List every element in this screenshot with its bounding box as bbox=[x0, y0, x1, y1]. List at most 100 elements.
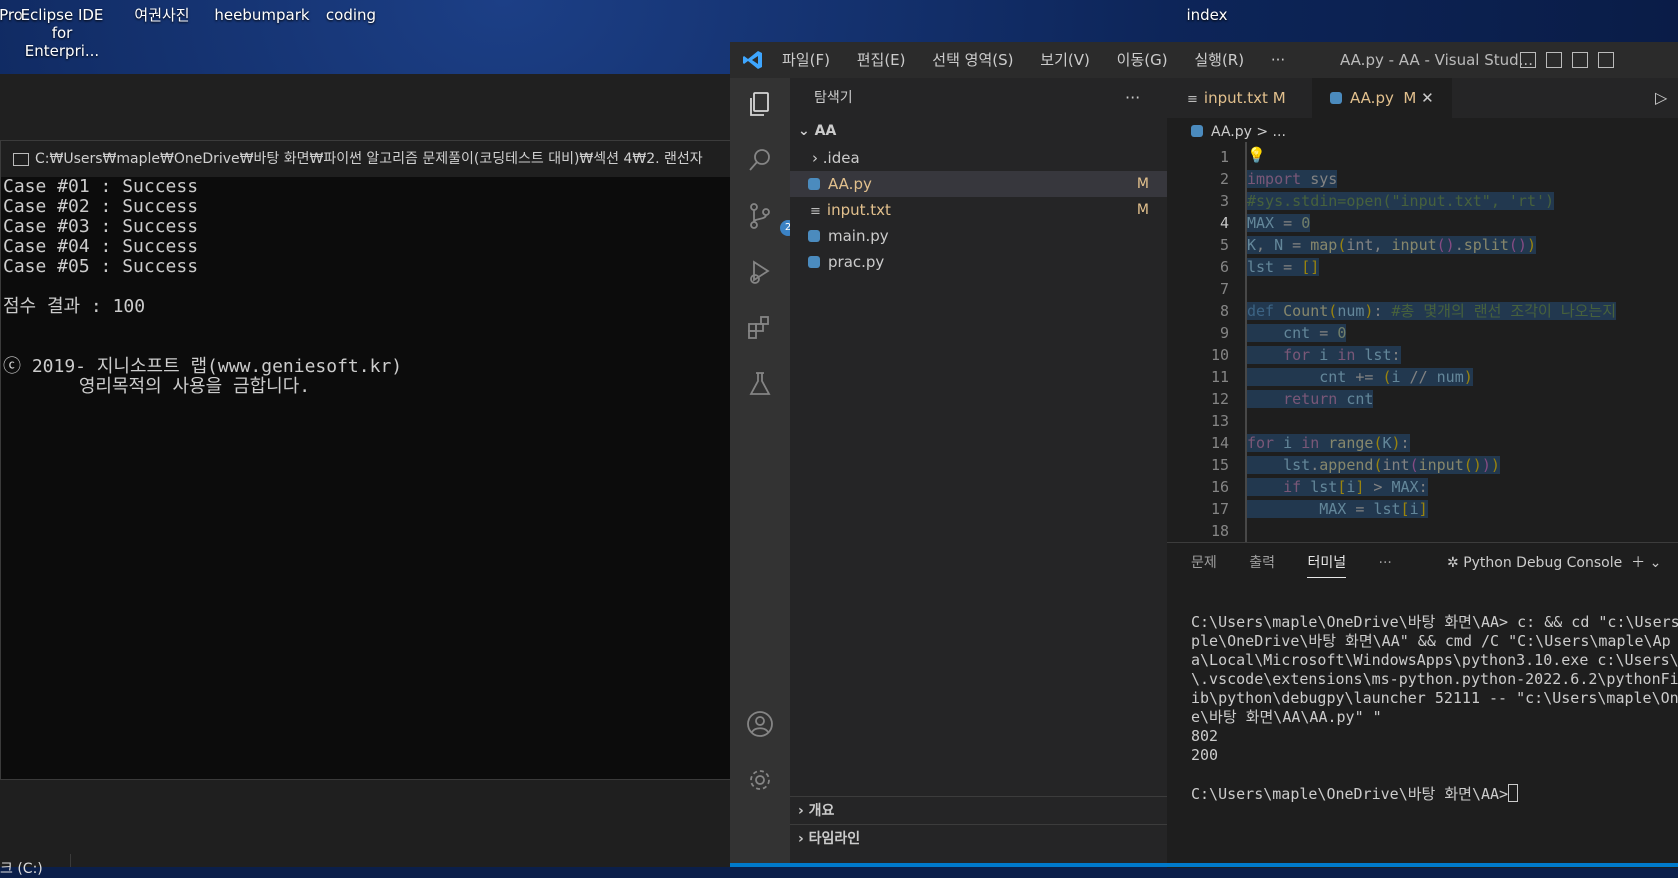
console-line: Case #04 : Success bbox=[3, 236, 199, 257]
tree-item-label: input.txt bbox=[826, 201, 891, 219]
desktop-icon-eclipse[interactable]: Eclipse IDE for Enterpri... bbox=[17, 0, 107, 60]
tab-input-txt[interactable]: ≡ input.txt M bbox=[1167, 78, 1312, 118]
python-file-icon bbox=[1191, 125, 1203, 137]
tab-modified-badge: M bbox=[1403, 89, 1417, 107]
tab-label: input.txt bbox=[1203, 89, 1268, 107]
terminal-line: C:\Users\maple\OneDrive\바탕 화면\AA> c: && … bbox=[1191, 613, 1678, 631]
desktop-icon-heebumpark[interactable]: heebumpark bbox=[212, 0, 312, 24]
desktop-icon-label: Eclipse IDE bbox=[20, 6, 104, 24]
divider bbox=[70, 854, 71, 867]
code-line: for i in range(K): bbox=[1247, 434, 1410, 452]
customize-layout-icon[interactable] bbox=[1598, 52, 1614, 68]
tree-item-label: prac.py bbox=[828, 253, 885, 271]
new-terminal-icon[interactable]: ＋ bbox=[1631, 555, 1645, 571]
drive-label[interactable]: 크 (C:) bbox=[0, 858, 43, 878]
manage-gear-icon[interactable] bbox=[746, 766, 774, 794]
console-line: ⓒ 2019- 지니소프트 랩(www.geniesoft.kr) bbox=[3, 356, 403, 377]
tab-terminal[interactable]: 터미널 bbox=[1307, 555, 1347, 578]
layout-controls bbox=[1520, 52, 1624, 72]
search-icon[interactable] bbox=[746, 146, 774, 174]
menu-edit[interactable]: 편집(E) bbox=[857, 51, 906, 69]
menu-selection[interactable]: 선택 영역(S) bbox=[932, 51, 1013, 69]
testing-icon[interactable] bbox=[746, 370, 774, 398]
code-line: cnt += (i // num) bbox=[1247, 366, 1473, 388]
line-number: 10 bbox=[1210, 346, 1229, 364]
extensions-icon[interactable] bbox=[746, 314, 774, 342]
vscode-titlebar[interactable]: 파일(F) 편집(E) 선택 영역(S) 보기(V) 이동(G) 실행(R) ·… bbox=[730, 42, 1678, 78]
editor-area: ≡ input.txt M AA.py M ✕ ▷ AA.py > ... 1 2… bbox=[1167, 78, 1678, 868]
terminal-line: a\Local\Microsoft\WindowsApps\python3.10… bbox=[1191, 651, 1678, 669]
python-file-icon bbox=[808, 256, 820, 268]
toggle-panel-icon[interactable] bbox=[1546, 52, 1562, 68]
tree-item-idea[interactable]: › .idea bbox=[790, 145, 1167, 171]
breadcrumb-path[interactable]: AA.py > ... bbox=[1211, 124, 1286, 140]
modified-badge: M bbox=[1136, 176, 1149, 192]
code-editor[interactable]: 1 2 3 4 5 6 7 8 9 10 11 12 13 14 15 16 1… bbox=[1167, 142, 1678, 542]
terminal-icon bbox=[13, 152, 29, 166]
explorer-more-button[interactable]: ··· bbox=[1125, 78, 1140, 118]
console-window[interactable]: C:₩Users₩maple₩OneDrive₩바탕 화면₩파이썬 알고리즘 문… bbox=[0, 140, 742, 780]
console-line: Case #03 : Success bbox=[3, 216, 199, 237]
desktop-icon-label: 여권사진 bbox=[134, 6, 190, 24]
menu-file[interactable]: 파일(F) bbox=[782, 51, 830, 69]
panel-more-button[interactable]: ··· bbox=[1379, 555, 1392, 571]
line-number: 17 bbox=[1210, 500, 1229, 518]
console-title: C:₩Users₩maple₩OneDrive₩바탕 화면₩파이썬 알고리즘 문… bbox=[35, 151, 703, 167]
run-debug-icon[interactable] bbox=[746, 258, 774, 286]
timeline-section[interactable]: › 타임라인 bbox=[790, 824, 1167, 852]
bug-icon: ✲ bbox=[1447, 555, 1464, 571]
tab-problems[interactable]: 문제 bbox=[1191, 555, 1217, 571]
console-line: Case #01 : Success bbox=[3, 176, 199, 197]
terminal-line: \.vscode\extensions\ms-python.python-202… bbox=[1191, 670, 1678, 688]
chevron-down-icon[interactable]: ⌄ bbox=[1650, 555, 1662, 571]
python-file-icon bbox=[1330, 92, 1342, 104]
close-icon[interactable]: ✕ bbox=[1421, 89, 1434, 107]
outline-section[interactable]: › 개요 bbox=[790, 796, 1167, 824]
tab-label: AA.py bbox=[1350, 89, 1394, 107]
console-titlebar[interactable]: C:₩Users₩maple₩OneDrive₩바탕 화면₩파이썬 알고리즘 문… bbox=[1, 141, 741, 177]
panel-tabs: 문제 출력 터미널 ··· bbox=[1191, 543, 1420, 583]
desktop-icon-coding[interactable]: coding bbox=[306, 0, 396, 24]
line-number: 3 bbox=[1219, 192, 1229, 210]
explorer-root-folder[interactable]: ⌄ AA bbox=[790, 118, 1167, 144]
vscode-window: 파일(F) 편집(E) 선택 영역(S) 보기(V) 이동(G) 실행(R) ·… bbox=[730, 42, 1678, 868]
terminal-name: Python Debug Console bbox=[1463, 555, 1623, 571]
menu-more[interactable]: ··· bbox=[1271, 51, 1285, 69]
explorer-icon[interactable] bbox=[746, 90, 774, 118]
tree-item-input-txt[interactable]: ≡ input.txt M bbox=[790, 197, 1167, 223]
source-control-icon[interactable]: 2 bbox=[746, 202, 796, 236]
editor-tabs: ≡ input.txt M AA.py M ✕ ▷ bbox=[1167, 78, 1678, 118]
outline-label: 개요 bbox=[808, 803, 835, 819]
code-line: def Count(num): #총 몇개의 랜선 조각이 나오는지 bbox=[1247, 302, 1617, 320]
menu-run[interactable]: 실행(R) bbox=[1194, 51, 1244, 69]
menu-view[interactable]: 보기(V) bbox=[1040, 51, 1090, 69]
code-line: cnt = 0 bbox=[1247, 322, 1347, 344]
account-icon[interactable] bbox=[746, 710, 774, 738]
tree-item-prac-py[interactable]: prac.py bbox=[790, 249, 1167, 275]
terminal-line: ib\python\debugpy\launcher 52111 -- "c:\… bbox=[1191, 689, 1678, 707]
terminal-output[interactable]: C:\Users\maple\OneDrive\바탕 화면\AA> c: && … bbox=[1191, 613, 1678, 804]
lightbulb-icon[interactable]: 💡 bbox=[1247, 146, 1266, 164]
desktop-icon-index[interactable]: index bbox=[1162, 0, 1252, 24]
code-line: if lst[i] > MAX: bbox=[1247, 476, 1428, 498]
tab-aa-py[interactable]: AA.py M ✕ bbox=[1312, 78, 1452, 118]
desktop-icon-passport-photo[interactable]: 여권사진 bbox=[117, 0, 207, 24]
run-file-icon[interactable]: ▷ bbox=[1655, 88, 1667, 107]
toggle-sidebar-icon[interactable] bbox=[1520, 52, 1536, 68]
line-number: 8 bbox=[1219, 302, 1229, 320]
desktop-icon-label: for Enterpri... bbox=[24, 24, 100, 60]
terminal-selector[interactable]: ✲ Python Debug Console ＋ ⌄ bbox=[1447, 543, 1661, 583]
folder-label: AA bbox=[814, 123, 837, 139]
terminal-line: 802 bbox=[1191, 727, 1219, 745]
tree-item-aa-py[interactable]: AA.py M bbox=[790, 171, 1167, 197]
explorer-sidebar: 탐색기 ··· ⌄ AA › .idea AA.py M ≡ input.txt M … bbox=[790, 78, 1167, 867]
line-number: 11 bbox=[1210, 368, 1229, 386]
toggle-secondary-sidebar-icon[interactable] bbox=[1572, 52, 1588, 68]
code-line: lst.append(int(input())) bbox=[1247, 454, 1500, 476]
terminal-line: e\바탕 화면\AA\AA.py" " bbox=[1191, 708, 1382, 726]
tab-output[interactable]: 출력 bbox=[1249, 555, 1275, 571]
menu-go[interactable]: 이동(G) bbox=[1117, 51, 1168, 69]
line-number: 15 bbox=[1210, 456, 1229, 474]
tree-item-main-py[interactable]: main.py bbox=[790, 223, 1167, 249]
tree-item-label: .idea bbox=[822, 149, 860, 167]
